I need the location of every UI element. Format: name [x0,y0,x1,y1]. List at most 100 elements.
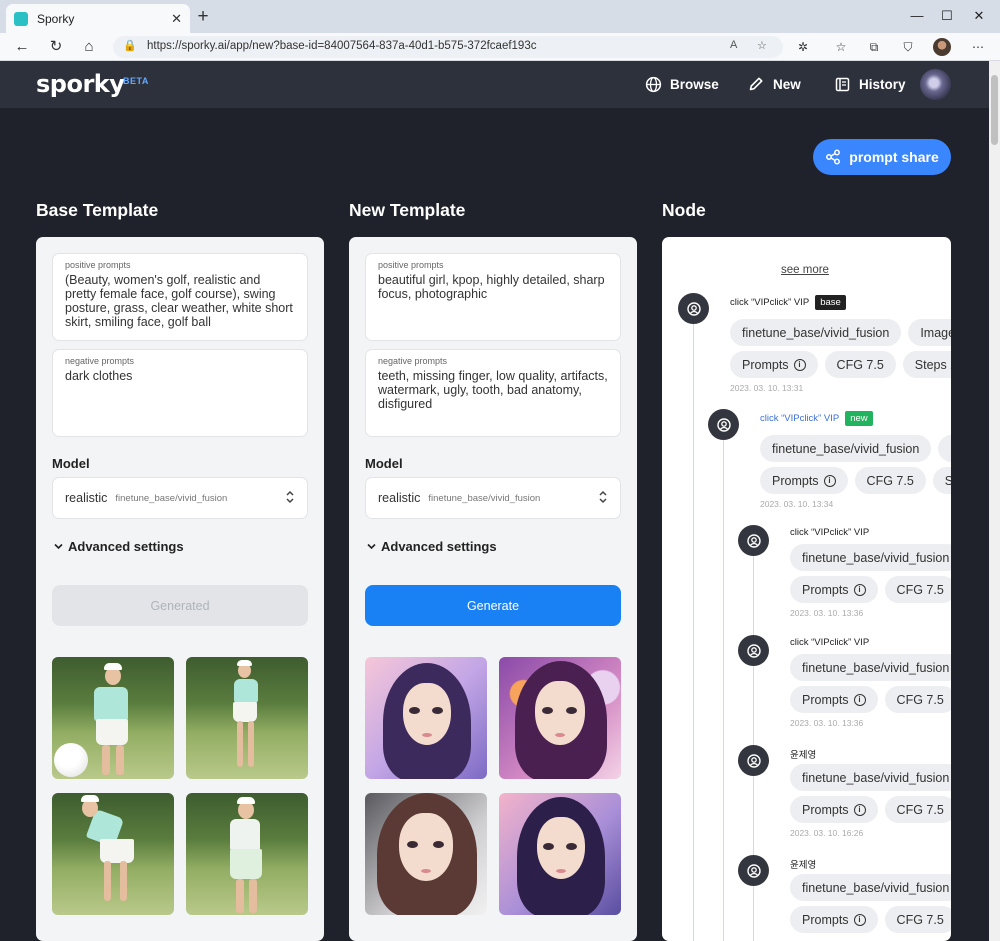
node-timestamp: 2023. 03. 10. 13:34 [760,499,834,509]
browser-essentials-icon[interactable]: ⛉ [898,38,918,56]
close-window-button[interactable]: ✕ [962,5,996,27]
golf-image-1[interactable] [52,657,174,779]
generated-button: Generated [52,585,308,626]
user-avatar[interactable] [920,69,951,100]
address-bar-row: ← ↻ ⌂ 🔒 https://sporky.ai/app/new?base-i… [0,33,1000,61]
tab-title: Sporky [37,11,75,26]
negative-prompt-text: teeth, missing finger, low quality, arti… [378,369,608,411]
model-subvalue: finetune_base/vivid_fusion [428,492,541,504]
prompts-chip[interactable]: Prompts i [790,686,878,713]
see-more-link[interactable]: see more [781,264,829,276]
nav-new[interactable]: New [747,75,801,93]
favorites-icon[interactable]: ☆ [831,38,851,56]
user-icon [708,409,739,440]
prompts-chip[interactable]: Prompts i [790,576,878,603]
share-icon [825,149,841,165]
top-nav: sporky BETA Browse New History [0,61,989,108]
advanced-settings-label: Advanced settings [68,539,184,554]
browser-tab[interactable]: Sporky ✕ [6,4,190,33]
extensions-icon[interactable]: ✲ [793,38,813,56]
page-scrollbar[interactable] [989,61,1000,941]
model-subvalue: finetune_base/vivid_fusion [115,492,228,504]
base-tag: base [815,295,846,310]
pencil-icon [747,75,765,93]
user-icon [738,745,769,776]
golf-image-4[interactable] [186,793,308,915]
refresh-icon[interactable]: ↻ [44,35,68,59]
back-icon[interactable]: ← [10,35,34,59]
node-timestamp: 2023. 03. 10. 13:36 [790,718,864,728]
model-value: realistic [65,491,108,505]
cfg-chip[interactable]: CFG 7.5 [824,351,896,378]
nav-history-label: History [859,76,906,92]
lock-icon: 🔒 [123,40,137,52]
base-positive-prompt-field[interactable]: positive prompts (Beauty, women's golf, … [52,253,308,341]
prompts-chip[interactable]: Prompts i [760,467,848,494]
cfg-chip[interactable]: CFG 7.5 [884,906,951,933]
home-icon[interactable]: ⌂ [77,35,101,59]
generate-button[interactable]: Generate [365,585,621,626]
model-label: Model [52,456,90,471]
node-user: click “VIPclick” VIP [790,527,870,538]
info-icon: i [793,358,806,371]
kpop-image-1[interactable] [365,657,487,779]
new-tab-button[interactable]: + [193,6,213,28]
new-advanced-settings-toggle[interactable]: Advanced settings [367,539,497,554]
cfg-chip[interactable]: CFG 7.5 [884,576,951,603]
close-tab-icon[interactable]: ✕ [171,11,182,27]
sporky-favicon-icon [14,11,28,26]
read-aloud-icon[interactable]: A [730,39,737,51]
images-chip[interactable]: Images [908,319,951,346]
kpop-image-2[interactable] [499,657,621,779]
node-heading: Node [662,200,706,220]
minimize-button[interactable]: — [900,5,934,27]
collections-icon[interactable]: ⧉ [864,38,884,56]
cfg-chip[interactable]: CFG 7.5 [884,796,951,823]
new-positive-prompt-field[interactable]: positive prompts beautiful girl, kpop, h… [365,253,621,341]
new-model-select[interactable]: realistic finetune_base/vivid_fusion [365,477,621,519]
base-negative-prompt-field[interactable]: negative prompts dark clothes [52,349,308,437]
maximize-button[interactable]: ☐ [930,5,964,27]
url-text: https://sporky.ai/app/new?base-id=840075… [147,40,537,52]
kpop-image-4[interactable] [499,793,621,915]
prompts-chip[interactable]: Prompts i [790,796,878,823]
scrollbar-thumb[interactable] [991,75,998,145]
info-icon: i [853,693,866,706]
cfg-chip[interactable]: CFG 7.5 [884,686,951,713]
model-chip[interactable]: finetune_base/vivid_fusion [790,764,951,791]
base-advanced-settings-toggle[interactable]: Advanced settings [54,539,184,554]
user-icon [738,855,769,886]
node-user: click “VIPclick” VIP new [760,411,873,426]
golf-image-2[interactable] [186,657,308,779]
model-chip[interactable]: finetune_base/vivid_fusion [760,435,932,462]
prompt-share-button[interactable]: prompt share [813,139,951,175]
golf-image-3[interactable] [52,793,174,915]
sporky-logo[interactable]: sporky [36,70,125,98]
model-chip[interactable]: finetune_base/vivid_fusion [790,874,951,901]
nav-browse[interactable]: Browse [644,75,719,93]
node-user: click “VIPclick” VIP base [730,295,846,310]
model-chip[interactable]: finetune_base/vivid_fusion [790,654,951,681]
positive-prompt-text: beautiful girl, kpop, highly detailed, s… [378,273,605,301]
favorite-star-icon[interactable]: ☆ [757,39,767,52]
base-model-select[interactable]: realistic finetune_base/vivid_fusion [52,477,308,519]
url-field[interactable]: 🔒 https://sporky.ai/app/new?base-id=8400… [113,36,783,58]
model-chip[interactable]: finetune_base/vivid_fusion [790,544,951,571]
images-chip[interactable]: Im [938,435,951,462]
prompt-share-label: prompt share [849,149,939,165]
steps-chip[interactable]: Steps [932,467,951,494]
steps-chip[interactable]: Steps 25 [902,351,951,378]
prompts-chip[interactable]: Prompts i [730,351,818,378]
profile-avatar[interactable] [933,38,951,56]
more-menu-icon[interactable]: ⋯ [968,38,988,56]
nav-history[interactable]: History [833,75,906,93]
kpop-image-3[interactable] [365,793,487,915]
node-user: 윤제영 [790,860,817,871]
prompts-chip[interactable]: Prompts i [790,906,878,933]
model-chip[interactable]: finetune_base/vivid_fusion [730,319,902,346]
node-timestamp: 2023. 03. 10. 13:31 [730,383,804,393]
new-negative-prompt-field[interactable]: negative prompts teeth, missing finger, … [365,349,621,437]
new-template-panel: positive prompts beautiful girl, kpop, h… [349,237,637,941]
cfg-chip[interactable]: CFG 7.5 [854,467,926,494]
node-user: click “VIPclick” VIP [790,637,870,648]
